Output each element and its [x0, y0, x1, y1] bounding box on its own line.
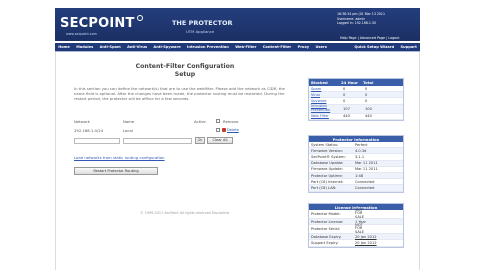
menu-anti-virus[interactable]: Anti-Virus: [124, 45, 150, 49]
blocked-panel-header: Blocked 24 Hour Total: [309, 79, 403, 86]
intrusion-day: 107: [343, 106, 350, 111]
menu-anti-spam[interactable]: Anti-Spam: [96, 45, 124, 49]
active-header-checkbox[interactable]: [216, 119, 220, 123]
spam-day: 0: [343, 86, 346, 91]
intrusion-total: 100: [365, 106, 372, 111]
clear-all-button[interactable]: Clear All: [207, 137, 233, 144]
license-label: Protector Serial:: [311, 227, 340, 232]
virus-day: 0: [343, 92, 346, 97]
license-row: Protector Serial: NOT FOR SALE: [309, 222, 403, 235]
intrusion-prevention-link[interactable]: Intrusion Prevention: [309, 104, 341, 113]
total-header: Total: [363, 80, 374, 85]
info-value: 1:48: [355, 173, 364, 178]
spam-total: 0: [365, 86, 368, 91]
info-label: System Status:: [311, 142, 339, 147]
blocked-header: Blocked: [311, 80, 328, 85]
web-filter-total: 440: [365, 114, 372, 119]
license-value[interactable]: 20 Jan 2012: [353, 241, 377, 245]
menu-intrusion-prevention[interactable]: Intrusion Prevention: [184, 45, 232, 49]
menu-modules[interactable]: Modules: [73, 45, 96, 49]
info-label: Firmware Version:: [311, 148, 344, 153]
spam-link[interactable]: Spam: [309, 87, 341, 91]
menu-support[interactable]: Support: [397, 45, 420, 49]
info-label: Port (C6) Internet:: [311, 179, 344, 184]
product-subtitle: UTM Appliance: [186, 29, 215, 34]
network-value: 192.168.1.0/24: [74, 128, 104, 133]
spyware-link[interactable]: Spyware: [309, 99, 341, 103]
menu-users[interactable]: Users: [312, 45, 330, 49]
license-info-panel: License Information Protector Model: NOT …: [308, 203, 404, 248]
page-title-line2: Setup: [174, 71, 196, 78]
product-title: THE PROTECTOR: [172, 19, 233, 27]
ok-button[interactable]: Ok: [195, 137, 205, 144]
menu-home[interactable]: Home: [55, 45, 73, 49]
session-login: Logged in: 192.168.1.50: [337, 21, 376, 26]
info-label: Protector Uptime:: [311, 173, 343, 178]
info-value: 4.0.3d: [355, 148, 367, 153]
license-value: NOT FOR SALE: [355, 207, 365, 219]
license-label: Support Expiry:: [311, 240, 339, 245]
license-value: NOT FOR SALE: [355, 222, 365, 234]
delete-link[interactable]: Delete: [227, 128, 239, 132]
menu-web-filter[interactable]: Web-Filter: [232, 45, 260, 49]
delete-icon[interactable]: [222, 128, 226, 132]
name-column-header: Name: [123, 119, 135, 124]
blocked-panel: Blocked 24 Hour Total Spam 0 0 Virus 0 0 Spy…: [308, 78, 404, 121]
spyware-total: 0: [365, 98, 368, 103]
network-input[interactable]: [74, 138, 120, 144]
info-value: Mar 11 2011: [355, 161, 378, 166]
license-row: Support Expiry: 20 Jan 2012: [309, 240, 403, 247]
info-value: 3.1.1: [355, 154, 365, 159]
protector-info-panel: Protector Information System Status: Perf…: [308, 135, 404, 193]
secpoint-logo[interactable]: SECPOINT: [60, 16, 135, 31]
info-label: SecPoint® System:: [311, 154, 346, 159]
license-label: Protector License:: [311, 219, 344, 224]
license-label: Protector Model:: [311, 212, 341, 216]
virus-total: 0: [365, 92, 368, 97]
active-column-header: Active: [194, 119, 206, 124]
page-title-line1: Content-Filter Configuration: [135, 63, 235, 70]
network-column-header: Network: [74, 119, 90, 124]
footer-text: © 1999-2011 SecPoint All rights reserved…: [140, 211, 230, 215]
header-links[interactable]: Help Page | Advanced Page | Logout: [340, 36, 400, 40]
menu-content-filter[interactable]: Content-Filter: [260, 45, 295, 49]
intro-text: In this section you can define the netwo…: [74, 86, 285, 101]
name-value: Local: [123, 128, 133, 133]
blocked-row: Intrusion Prevention 107 100: [309, 104, 403, 114]
remove-column-header: Remove: [223, 119, 239, 124]
spyware-day: 0: [343, 98, 346, 103]
menu-proxy[interactable]: Proxy: [294, 45, 312, 49]
info-label: Port (C8) LAN:: [311, 185, 337, 190]
restart-routing-button[interactable]: Restart Protector Routing: [74, 167, 158, 175]
web-filter-link[interactable]: Web Filter: [309, 114, 341, 118]
info-row: Port (C8) LAN: Connected: [309, 185, 403, 192]
info-label: Firmware Update:: [311, 167, 343, 172]
info-value: Perfect: [355, 142, 368, 147]
license-value[interactable]: 20 Jan 2012: [353, 235, 377, 239]
menu-anti-spyware[interactable]: Anti-Spyware: [150, 45, 184, 49]
day-header: 24 Hour: [341, 80, 358, 85]
load-networks-link[interactable]: Load networks from static routing config…: [74, 155, 165, 160]
info-value: Connected: [355, 179, 375, 184]
blocked-row: Web Filter 440 440: [309, 114, 403, 120]
main-menu: Home Modules Anti-Spam Anti-Virus Anti-S…: [55, 43, 420, 51]
web-filter-day: 440: [343, 114, 350, 119]
license-row: Protector Model: NOT FOR SALE: [309, 207, 403, 219]
logo-url: www.secpoint.com: [66, 32, 97, 36]
virus-link[interactable]: Virus: [309, 93, 341, 97]
menu-quick-setup[interactable]: Quick Setup Wizard: [351, 45, 397, 49]
info-label: Database Update:: [311, 161, 344, 166]
page-title: Content-Filter Configuration Setup: [110, 63, 260, 79]
name-input[interactable]: [123, 138, 192, 144]
info-value: Connected: [355, 185, 375, 190]
info-value: Mar 11 2011: [355, 167, 378, 172]
active-checkbox[interactable]: [216, 128, 220, 132]
session-info: 16:36:34 pm (01 Mar 13 2011 Username: ad…: [337, 12, 385, 26]
session-time: 16:36:34 pm (01 Mar 13 2011: [337, 12, 385, 16]
license-label: Database Expiry:: [311, 234, 342, 239]
logo-mark-icon: [137, 15, 143, 21]
